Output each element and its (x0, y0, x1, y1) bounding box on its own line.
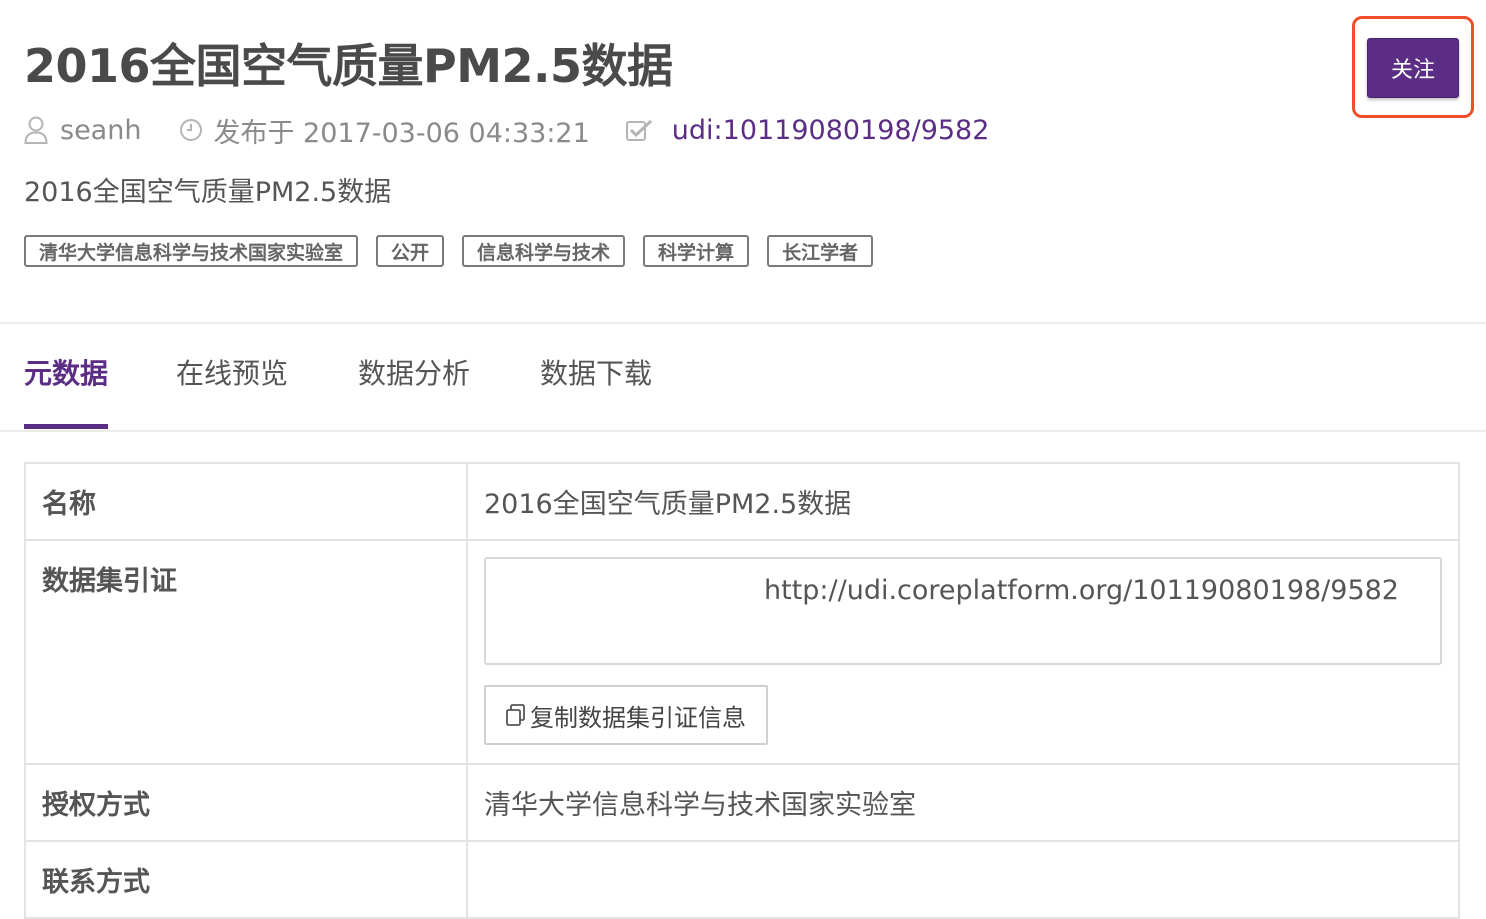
tag-list: 清华大学信息科学与技术国家实验室 公开 信息科学与技术 科学计算 长江学者 (24, 235, 874, 267)
page-title: 2016全国空气质量PM2.5数据 (24, 39, 673, 93)
copy-icon (504, 703, 528, 727)
table-row: 数据集引证 http://udi.coreplatform.org/101190… (24, 539, 1460, 765)
user-icon (24, 116, 48, 144)
header-divider (0, 322, 1486, 324)
metadata-table: 名称 2016全国空气质量PM2.5数据 数据集引证 http://udi.co… (24, 462, 1460, 919)
tag[interactable]: 清华大学信息科学与技术国家实验室 (24, 235, 359, 267)
copy-citation-label: 复制数据集引证信息 (530, 703, 746, 732)
tab-analysis[interactable]: 数据分析 (358, 342, 470, 430)
copy-citation-button[interactable]: 复制数据集引证信息 (484, 685, 768, 745)
tab-download[interactable]: 数据下载 (540, 342, 652, 430)
citation-label: 数据集引证 (24, 539, 468, 765)
tab-bar: 元数据 在线预览 数据分析 数据下载 (24, 342, 652, 430)
author[interactable]: seanh (24, 115, 141, 146)
tag[interactable]: 科学计算 (643, 235, 750, 267)
publish-time: 发布于 2017-03-06 04:33:21 (179, 111, 590, 150)
dataset-meta: seanh 发布于 2017-03-06 04:33:21 udi:101190… (24, 108, 989, 152)
license-label: 授权方式 (24, 763, 468, 842)
tag[interactable]: 长江学者 (767, 235, 874, 267)
name-label: 名称 (24, 462, 468, 541)
checkbox-icon (625, 118, 654, 142)
contact-label: 联系方式 (24, 840, 468, 919)
name-value: 2016全国空气质量PM2.5数据 (466, 462, 1460, 541)
udi-link[interactable]: udi:10119080198/9582 (672, 115, 990, 146)
citation-textbox[interactable]: http://udi.coreplatform.org/10119080198/… (484, 557, 1442, 665)
table-row: 授权方式 清华大学信息科学与技术国家实验室 (24, 763, 1460, 842)
license-value: 清华大学信息科学与技术国家实验室 (466, 763, 1460, 842)
tag[interactable]: 信息科学与技术 (462, 235, 626, 267)
citation-cell: http://udi.coreplatform.org/10119080198/… (466, 539, 1460, 765)
udi: udi:10119080198/9582 (625, 115, 990, 146)
author-name: seanh (60, 114, 142, 146)
contact-value (466, 840, 1460, 919)
table-row: 联系方式 (24, 840, 1460, 919)
dataset-description: 2016全国空气质量PM2.5数据 (24, 177, 392, 208)
table-row: 名称 2016全国空气质量PM2.5数据 (24, 462, 1460, 541)
publish-time-text: 发布于 2017-03-06 04:33:21 (213, 117, 590, 149)
tab-divider (0, 430, 1486, 432)
clock-icon (179, 118, 203, 142)
citation-text: http://udi.coreplatform.org/10119080198/… (764, 575, 1399, 606)
tab-preview[interactable]: 在线预览 (176, 342, 288, 430)
tab-metadata[interactable]: 元数据 (24, 342, 109, 430)
follow-button[interactable]: 关注 (1367, 38, 1459, 98)
tag[interactable]: 公开 (376, 235, 445, 267)
